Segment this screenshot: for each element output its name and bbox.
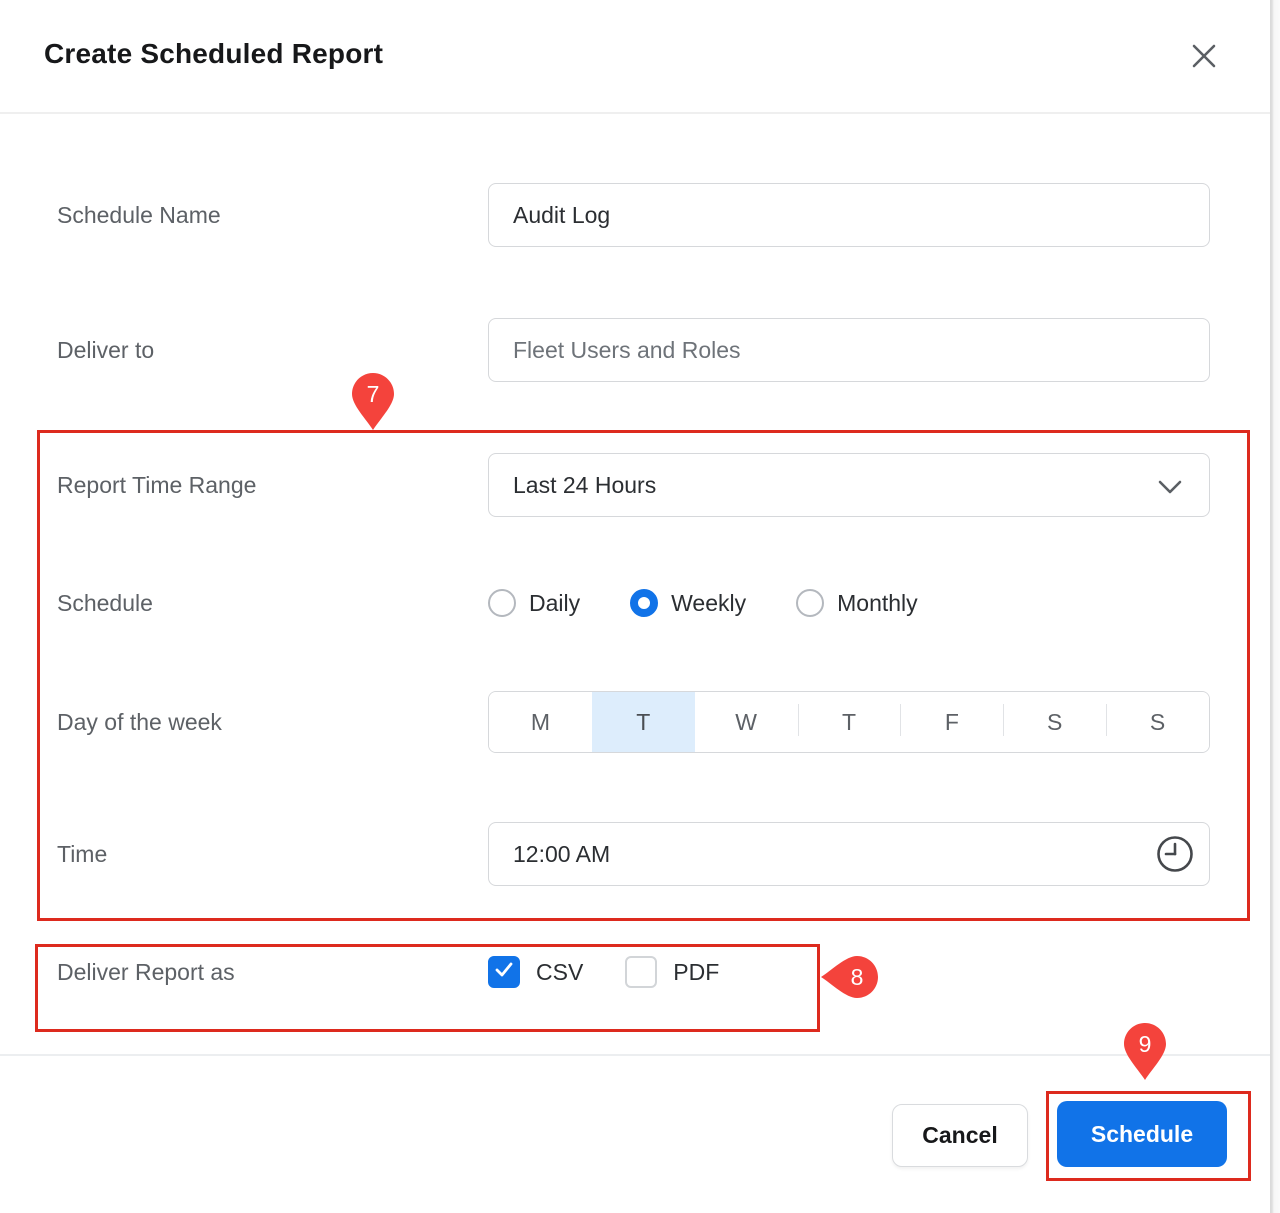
- day-of-week-selector: M T W T F S S: [488, 691, 1210, 753]
- close-icon: [1189, 41, 1219, 74]
- cancel-button[interactable]: Cancel: [892, 1104, 1028, 1167]
- checkbox-csv[interactable]: CSV: [488, 956, 583, 988]
- annotation-pin-8-number: 8: [835, 955, 879, 999]
- clock-icon[interactable]: [1155, 834, 1195, 879]
- modal-right-edge: [1270, 0, 1280, 1213]
- close-button[interactable]: [1183, 36, 1225, 78]
- radio-daily-label: Daily: [529, 590, 580, 617]
- radio-weekly-label: Weekly: [671, 590, 746, 617]
- schedule-button[interactable]: Schedule: [1057, 1101, 1227, 1167]
- day-monday[interactable]: M: [489, 692, 592, 752]
- time-input[interactable]: [488, 822, 1210, 886]
- radio-daily-circle[interactable]: [488, 589, 516, 617]
- schedule-name-label: Schedule Name: [57, 183, 221, 247]
- chevron-down-icon: [1157, 479, 1183, 500]
- day-wednesday[interactable]: W: [695, 692, 798, 752]
- radio-monthly-label: Monthly: [837, 590, 918, 617]
- annotation-pin-8: 8: [819, 955, 879, 999]
- radio-weekly[interactable]: Weekly: [630, 589, 746, 617]
- deliver-report-as-label: Deliver Report as: [57, 942, 235, 1002]
- report-time-range-select[interactable]: Last 24 Hours: [488, 453, 1210, 517]
- deliver-to-label: Deliver to: [57, 318, 154, 382]
- radio-monthly[interactable]: Monthly: [796, 589, 918, 617]
- annotation-pin-7: 7: [351, 372, 395, 432]
- schedule-label: Schedule: [57, 573, 153, 633]
- radio-weekly-circle[interactable]: [630, 589, 658, 617]
- annotation-pin-7-number: 7: [351, 372, 395, 416]
- day-sunday[interactable]: S: [1106, 692, 1209, 752]
- checkbox-csv-box[interactable]: [488, 956, 520, 988]
- time-label: Time: [57, 822, 107, 886]
- page-title: Create Scheduled Report: [44, 38, 383, 70]
- radio-daily[interactable]: Daily: [488, 589, 580, 617]
- annotation-pin-9-number: 9: [1123, 1022, 1167, 1066]
- day-tuesday[interactable]: T: [592, 692, 695, 752]
- check-icon: [493, 959, 515, 986]
- schedule-name-input[interactable]: [488, 183, 1210, 247]
- day-saturday[interactable]: S: [1003, 692, 1106, 752]
- day-of-week-label: Day of the week: [57, 691, 222, 753]
- day-friday[interactable]: F: [900, 692, 1003, 752]
- checkbox-pdf[interactable]: PDF: [625, 956, 719, 988]
- checkbox-pdf-label: PDF: [673, 959, 719, 986]
- create-scheduled-report-modal: Create Scheduled Report Schedule Name De…: [0, 0, 1280, 1213]
- report-time-range-value: Last 24 Hours: [513, 472, 656, 499]
- checkbox-csv-label: CSV: [536, 959, 583, 986]
- checkbox-pdf-box[interactable]: [625, 956, 657, 988]
- report-time-range-label: Report Time Range: [57, 453, 256, 517]
- annotation-pin-9: 9: [1123, 1022, 1167, 1082]
- header-divider: [0, 112, 1270, 114]
- deliver-to-input[interactable]: [488, 318, 1210, 382]
- deliver-format-group: CSV PDF: [488, 942, 719, 1002]
- day-thursday[interactable]: T: [798, 692, 901, 752]
- schedule-radio-group: Daily Weekly Monthly: [488, 573, 918, 633]
- footer-divider: [0, 1054, 1270, 1056]
- radio-monthly-circle[interactable]: [796, 589, 824, 617]
